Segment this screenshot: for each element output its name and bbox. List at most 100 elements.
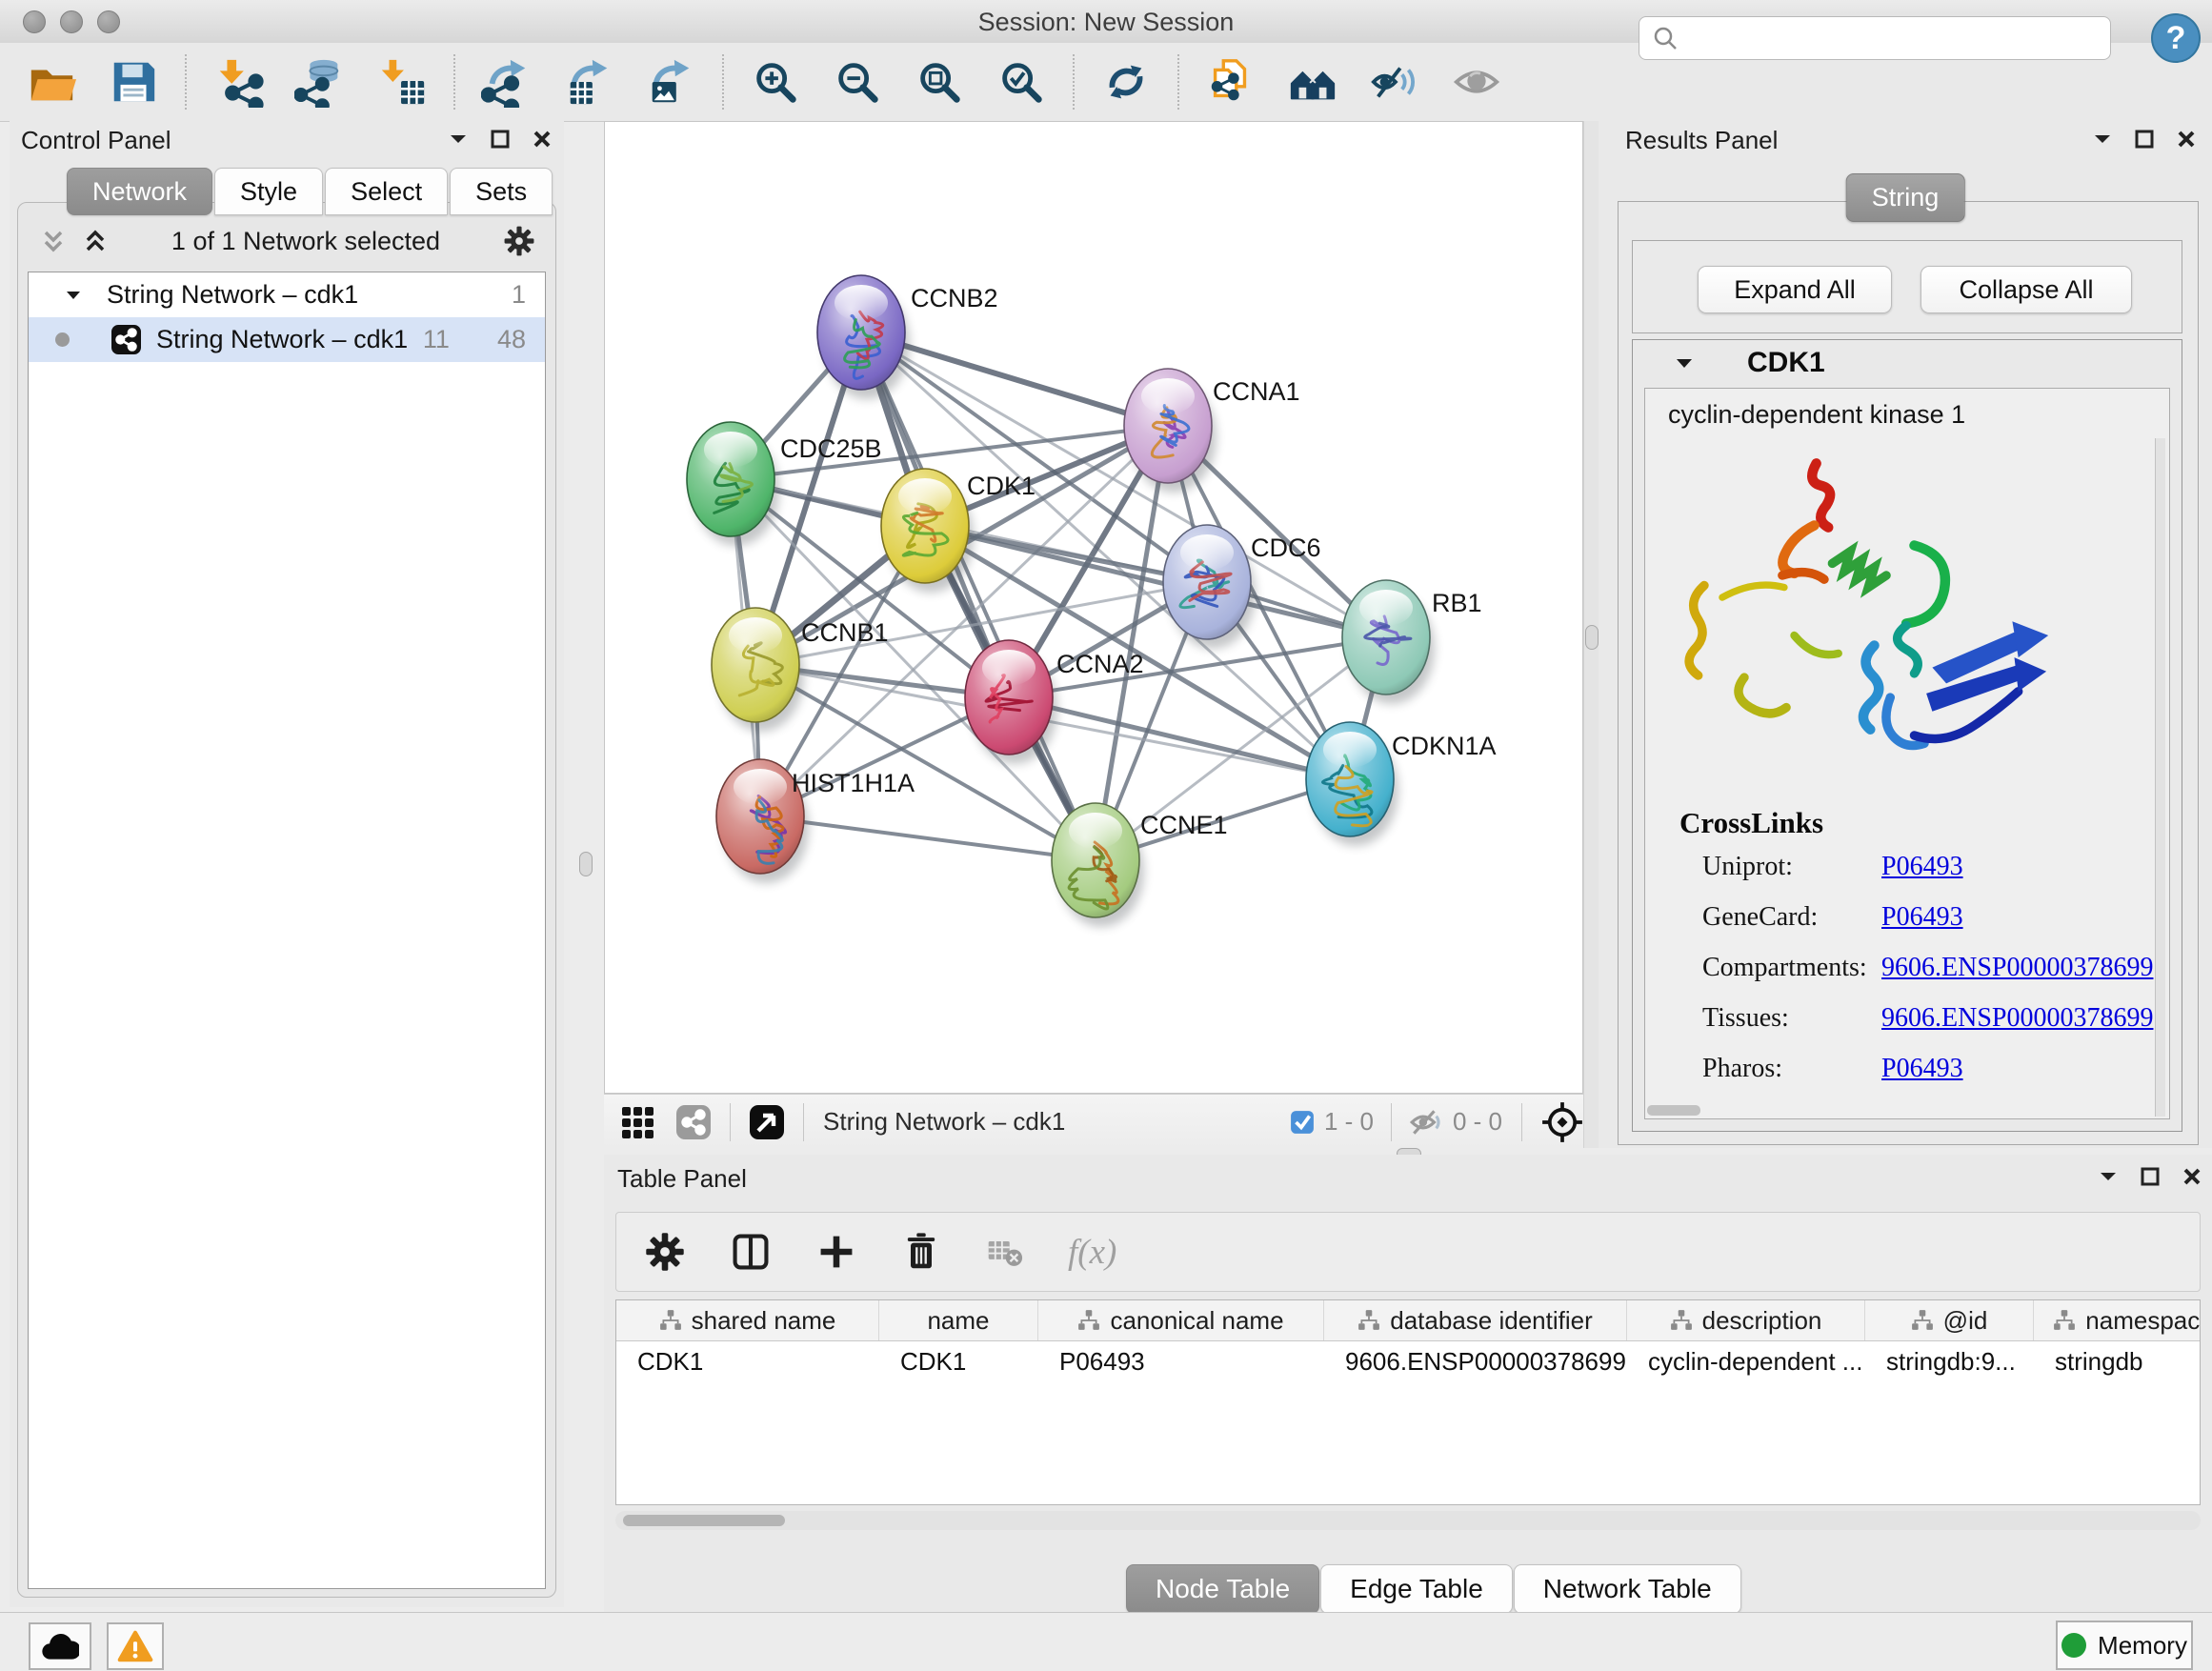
hidden-eye-icon[interactable] bbox=[1409, 1108, 1443, 1137]
collection-expand-icon[interactable] bbox=[65, 287, 82, 304]
zoom-fit-icon[interactable] bbox=[913, 55, 966, 109]
table-tabs: Node TableEdge TableNetwork Table bbox=[1126, 1564, 1742, 1614]
tab-select[interactable]: Select bbox=[325, 168, 448, 215]
delete-column-icon[interactable] bbox=[900, 1230, 942, 1274]
network-collection-row[interactable]: String Network – cdk1 1 bbox=[29, 272, 545, 317]
node-table[interactable]: shared namenamecanonical namedatabase id… bbox=[615, 1299, 2201, 1505]
network-node-CCNA1[interactable]: CCNA1 bbox=[1124, 369, 1300, 493]
network-node-RB1[interactable]: RB1 bbox=[1342, 580, 1482, 704]
cloud-button[interactable] bbox=[29, 1622, 91, 1670]
expand-all-networks-icon[interactable] bbox=[81, 227, 110, 255]
crosslink-link[interactable]: 9606.ENSP00000378699 bbox=[1881, 1003, 2153, 1034]
network-row[interactable]: String Network – cdk1 11 48 bbox=[29, 317, 545, 362]
results-horizontal-scrollbar[interactable] bbox=[1647, 1105, 1700, 1116]
zoom-in-icon[interactable] bbox=[749, 55, 802, 109]
crosslink-link[interactable]: P06493 bbox=[1881, 902, 1963, 933]
scrollbar-thumb[interactable] bbox=[623, 1515, 785, 1526]
table-cell[interactable]: cyclin-dependent ... bbox=[1627, 1341, 1865, 1381]
crosslink-link[interactable]: 9606.ENSP00000378699 bbox=[1881, 953, 2153, 983]
birdseye-view-icon[interactable] bbox=[746, 1096, 788, 1149]
column-header-shared-name[interactable]: shared name bbox=[616, 1300, 879, 1340]
float-panel-icon[interactable] bbox=[490, 129, 511, 150]
level-of-detail-icon[interactable] bbox=[1450, 55, 1503, 109]
splitter-grip[interactable] bbox=[579, 852, 593, 876]
collapse-all-networks-icon[interactable] bbox=[39, 227, 68, 255]
splitter-grip[interactable] bbox=[1585, 625, 1599, 650]
tab-sets[interactable]: Sets bbox=[450, 168, 553, 215]
column-header-canonical-name[interactable]: canonical name bbox=[1038, 1300, 1324, 1340]
clone-network-icon[interactable] bbox=[1204, 55, 1257, 109]
network-edge[interactable] bbox=[760, 816, 1096, 860]
enrichment-display-icon[interactable] bbox=[1368, 55, 1421, 109]
table-cell[interactable]: CDK1 bbox=[879, 1341, 1038, 1381]
tab-node-table[interactable]: Node Table bbox=[1126, 1564, 1319, 1614]
network-node-HIST1H1A[interactable]: HIST1H1A bbox=[716, 759, 915, 883]
warning-button[interactable] bbox=[107, 1622, 164, 1670]
network-node-CCNB2[interactable]: CCNB2 bbox=[817, 275, 998, 399]
network-canvas[interactable]: CCNB2 CCNA1 CDC25B CDK1 CDC6 RB1 CCNB1 C… bbox=[604, 121, 1583, 1094]
collapse-panel-icon[interactable] bbox=[2098, 1166, 2119, 1187]
export-table-icon[interactable] bbox=[562, 55, 615, 109]
table-settings-gear-icon[interactable] bbox=[643, 1230, 687, 1274]
import-database-icon[interactable] bbox=[293, 55, 347, 109]
import-network-icon[interactable] bbox=[211, 55, 265, 109]
zoom-out-icon[interactable] bbox=[831, 55, 884, 109]
float-panel-icon[interactable] bbox=[2140, 1166, 2161, 1187]
crosslink-link[interactable]: P06493 bbox=[1881, 1054, 1963, 1084]
collapse-panel-icon[interactable] bbox=[448, 129, 469, 150]
column-header-database-identifier[interactable]: database identifier bbox=[1324, 1300, 1627, 1340]
gene-description: cyclin-dependent kinase 1 bbox=[1668, 400, 1965, 430]
search-input[interactable] bbox=[1679, 24, 2110, 53]
search-box[interactable] bbox=[1639, 16, 2111, 60]
tab-style[interactable]: Style bbox=[214, 168, 323, 215]
export-network-icon[interactable] bbox=[480, 55, 533, 109]
save-session-icon[interactable] bbox=[107, 55, 160, 109]
table-cell[interactable]: P06493 bbox=[1038, 1341, 1324, 1381]
selected-checkbox-icon[interactable] bbox=[1290, 1110, 1315, 1135]
open-folder-icon[interactable] bbox=[25, 55, 78, 109]
column-header-description[interactable]: description bbox=[1627, 1300, 1865, 1340]
grid-view-icon[interactable] bbox=[617, 1096, 659, 1149]
table-row[interactable]: CDK1CDK1P064939606.ENSP00000378699cyclin… bbox=[616, 1341, 2200, 1381]
crosslink-link[interactable]: P06493 bbox=[1881, 852, 1963, 882]
tab-network-table[interactable]: Network Table bbox=[1514, 1564, 1741, 1614]
network-node-CDKN1A[interactable]: CDKN1A bbox=[1306, 722, 1497, 846]
tree-icon bbox=[2053, 1310, 2076, 1331]
fit-selected-crosshair-icon[interactable] bbox=[1541, 1101, 1583, 1143]
export-image-icon[interactable] bbox=[644, 55, 697, 109]
table-cell[interactable]: 9606.ENSP00000378699 bbox=[1324, 1341, 1627, 1381]
column-header-@id[interactable]: @id bbox=[1865, 1300, 2034, 1340]
zoom-selected-icon[interactable] bbox=[995, 55, 1048, 109]
expand-all-button[interactable]: Expand All bbox=[1698, 266, 1892, 313]
results-vertical-scrollbar[interactable] bbox=[2155, 438, 2165, 1117]
close-panel-icon[interactable] bbox=[2176, 129, 2197, 150]
close-panel-icon[interactable] bbox=[2182, 1166, 2202, 1187]
tab-network[interactable]: Network bbox=[67, 168, 212, 215]
tab-edge-table[interactable]: Edge Table bbox=[1320, 1564, 1513, 1614]
network-options-gear-icon[interactable] bbox=[502, 224, 536, 258]
network-list: String Network – cdk1 1 String Network –… bbox=[28, 272, 546, 1589]
float-panel-icon[interactable] bbox=[2134, 129, 2155, 150]
column-header-namespace[interactable]: namespace bbox=[2034, 1300, 2201, 1340]
show-columns-icon[interactable] bbox=[729, 1230, 773, 1274]
results-panel: Results Panel String Expand All Collapse… bbox=[1599, 121, 2212, 1148]
network-node-CDC25B[interactable]: CDC25B bbox=[687, 422, 882, 546]
collapse-all-button[interactable]: Collapse All bbox=[1920, 266, 2132, 313]
table-cell[interactable]: CDK1 bbox=[616, 1341, 879, 1381]
table-cell[interactable]: stringdb bbox=[2034, 1341, 2201, 1381]
network-view-share-icon[interactable] bbox=[673, 1096, 714, 1149]
add-column-icon[interactable] bbox=[814, 1230, 858, 1274]
table-horizontal-scrollbar[interactable] bbox=[615, 1511, 2201, 1530]
import-table-icon[interactable] bbox=[375, 55, 429, 109]
memory-button[interactable]: Memory bbox=[2056, 1621, 2193, 1670]
refresh-network-icon[interactable] bbox=[1099, 55, 1153, 109]
help-button[interactable]: ? bbox=[2149, 11, 2202, 65]
network-node-CCNE1[interactable]: CCNE1 bbox=[1052, 803, 1228, 927]
close-panel-icon[interactable] bbox=[532, 129, 553, 150]
string-protein-query-icon[interactable] bbox=[1286, 55, 1339, 109]
table-cell[interactable]: stringdb:9... bbox=[1865, 1341, 2034, 1381]
tab-string[interactable]: String bbox=[1846, 173, 1965, 222]
column-header-name[interactable]: name bbox=[879, 1300, 1038, 1340]
collapse-panel-icon[interactable] bbox=[2092, 129, 2113, 150]
gene-collapse-icon[interactable] bbox=[1675, 353, 1694, 372]
